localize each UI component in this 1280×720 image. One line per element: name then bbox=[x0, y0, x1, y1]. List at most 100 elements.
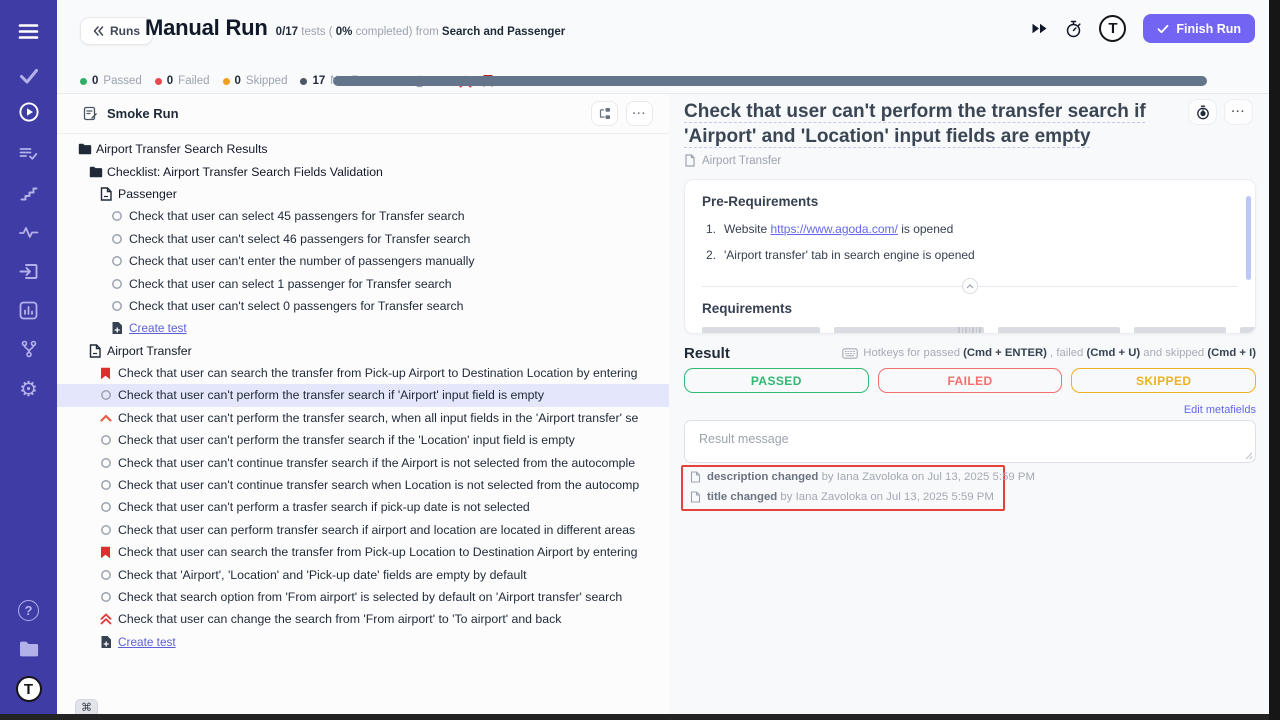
sidebar-activity-icon[interactable] bbox=[0, 217, 57, 247]
projects-folder-icon[interactable] bbox=[0, 634, 57, 664]
suite-name: Airport Transfer bbox=[702, 155, 781, 167]
sidebar-steps-icon[interactable] bbox=[0, 178, 57, 208]
verdict-skipped-button[interactable]: SKIPPED bbox=[1071, 368, 1256, 393]
test-row[interactable]: Check that user can't select 46 passenge… bbox=[57, 228, 669, 250]
tree-folder[interactable]: Airport Transfer Search Results bbox=[57, 138, 669, 160]
test-row[interactable]: Check that user can select 45 passengers… bbox=[57, 205, 669, 227]
status-circle-icon bbox=[100, 591, 112, 603]
file-change-icon bbox=[690, 471, 701, 483]
test-row[interactable]: Check that user can change the search fr… bbox=[57, 608, 669, 630]
row-label: Check that user can't continue transfer … bbox=[118, 456, 685, 470]
screen-edge-right bbox=[1269, 0, 1280, 720]
test-row[interactable]: Check that user can't enter the number o… bbox=[57, 250, 669, 272]
test-detail-panel: Check that user can't perform the transf… bbox=[669, 93, 1269, 714]
test-row[interactable]: Check that user can't perform the transf… bbox=[57, 429, 669, 451]
back-to-runs-button[interactable]: Runs bbox=[80, 17, 153, 45]
test-row[interactable]: Check that user can't perform the transf… bbox=[57, 384, 669, 406]
status-circle-icon bbox=[100, 479, 112, 491]
external-link[interactable]: https://www.agoda.com/ bbox=[770, 222, 897, 236]
status-circle-icon bbox=[100, 457, 112, 469]
test-row[interactable]: Check that user can't perform the transf… bbox=[57, 407, 669, 429]
run-plan-title: Smoke Run bbox=[107, 106, 179, 121]
test-row[interactable]: Check that user can select 1 passenger f… bbox=[57, 272, 669, 294]
ellipsis-icon: ··· bbox=[633, 108, 647, 120]
stopwatch-button[interactable] bbox=[1188, 99, 1217, 125]
hotkeys-hint: Hotkeys for passed (Cmd + ENTER) , faile… bbox=[842, 347, 1256, 359]
row-label: Check that user can't select 0 passenger… bbox=[129, 299, 685, 313]
run-progress-bar bbox=[333, 76, 1207, 86]
status-circle-icon bbox=[100, 434, 112, 446]
sidebar-report-chart-icon[interactable] bbox=[0, 295, 57, 325]
result-message-input[interactable] bbox=[684, 420, 1256, 463]
test-row[interactable]: Check that search option from 'From airp… bbox=[57, 586, 669, 608]
row-label: Check that user can change the search fr… bbox=[118, 612, 685, 626]
command-key-button[interactable]: ⌘ bbox=[75, 699, 98, 714]
row-label: Airport Transfer Search Results bbox=[96, 142, 685, 156]
tree-view-button[interactable] bbox=[591, 101, 618, 126]
test-row[interactable]: Check that 'Airport', 'Location' and 'Pi… bbox=[57, 563, 669, 585]
main-sidebar: ⚙ ? T bbox=[0, 0, 57, 714]
tree-more-button[interactable]: ··· bbox=[626, 101, 653, 126]
test-row[interactable]: Check that user can't select 0 passenger… bbox=[57, 295, 669, 317]
pre-requirement-item: 1.Website https://www.agoda.com/ is open… bbox=[706, 222, 953, 236]
sidebar-fork-icon[interactable] bbox=[0, 334, 57, 364]
screen-edge-bottom bbox=[0, 714, 1269, 720]
test-row[interactable]: Check that user can't perform a trasfer … bbox=[57, 496, 669, 518]
user-avatar[interactable]: T bbox=[1099, 15, 1126, 42]
test-more-button[interactable]: ··· bbox=[1224, 99, 1253, 125]
tree-suite[interactable]: Passenger bbox=[57, 183, 669, 205]
test-row[interactable]: Check that user can't continue transfer … bbox=[57, 451, 669, 473]
resize-grip[interactable] bbox=[958, 327, 981, 333]
test-row[interactable]: Check that user can search the transfer … bbox=[57, 362, 669, 384]
result-heading: Result bbox=[684, 345, 730, 362]
sidebar-gear-icon[interactable]: ⚙ bbox=[0, 374, 57, 404]
test-row[interactable]: Check that user can search the transfer … bbox=[57, 541, 669, 563]
run-plan-icon bbox=[83, 106, 98, 121]
menu-icon[interactable] bbox=[0, 16, 57, 46]
document-icon bbox=[684, 154, 696, 167]
tree-folder[interactable]: Checklist: Airport Transfer Search Field… bbox=[57, 160, 669, 182]
app-window: ⚙ ? T Runs Manual Run 0/17 tests ( 0% co… bbox=[0, 0, 1269, 714]
row-label: Airport Transfer bbox=[107, 344, 685, 358]
sidebar-list-check-icon[interactable] bbox=[0, 139, 57, 169]
status-circle-icon bbox=[111, 300, 123, 312]
status-circle-icon bbox=[111, 210, 123, 222]
collapse-toggle[interactable] bbox=[962, 278, 978, 294]
row-label: Passenger bbox=[118, 187, 685, 201]
create-test-link[interactable]: Create test bbox=[57, 317, 669, 339]
chevron-up-icon bbox=[966, 284, 974, 289]
row-label: Check that search option from 'From airp… bbox=[118, 590, 685, 604]
timer-icon[interactable] bbox=[1065, 20, 1082, 38]
edit-metafields-link[interactable]: Edit metafields bbox=[1184, 404, 1256, 416]
row-label: Check that user can't perform the transf… bbox=[118, 388, 685, 402]
avatar-letter: T bbox=[1108, 20, 1117, 37]
description-scrollbar[interactable] bbox=[1246, 196, 1251, 280]
chevrons-left-icon bbox=[93, 26, 104, 36]
sidebar-enter-box-icon[interactable] bbox=[0, 256, 57, 286]
test-row[interactable]: Check that user can't continue transfer … bbox=[57, 474, 669, 496]
history-entry: title changed by Iana Zavoloka on Jul 13… bbox=[690, 491, 994, 503]
run-progress-summary: 0/17 tests ( 0% completed) from Search a… bbox=[276, 26, 566, 38]
tree-doc-icon bbox=[89, 344, 101, 358]
create-test-link[interactable]: Create test bbox=[57, 631, 669, 653]
status-circle-icon bbox=[100, 524, 112, 536]
help-icon[interactable]: ? bbox=[0, 595, 57, 625]
status-circle-icon bbox=[111, 278, 123, 290]
check-icon bbox=[1157, 24, 1169, 34]
question-glyph: ? bbox=[18, 600, 39, 621]
verdict-failed-button[interactable]: FAILED bbox=[878, 368, 1063, 393]
verdict-passed-button[interactable]: PASSED bbox=[684, 368, 869, 393]
tree-folder-icon bbox=[78, 143, 92, 155]
fast-forward-icon[interactable] bbox=[1031, 22, 1048, 35]
finish-run-button[interactable]: Finish Run bbox=[1143, 14, 1255, 43]
row-label: Create test bbox=[118, 635, 685, 649]
row-label: Check that user can't select 46 passenge… bbox=[129, 232, 685, 246]
tree-suite[interactable]: Airport Transfer bbox=[57, 340, 669, 362]
sidebar-check-icon[interactable] bbox=[0, 61, 57, 91]
status-dot bbox=[300, 78, 307, 85]
row-label: Check that user can select 45 passengers… bbox=[129, 209, 685, 223]
sidebar-avatar[interactable]: T bbox=[0, 674, 57, 704]
sidebar-run-play-icon[interactable] bbox=[0, 97, 57, 127]
test-row[interactable]: Check that user can perform transfer sea… bbox=[57, 519, 669, 541]
priority-double-icon bbox=[100, 613, 112, 625]
